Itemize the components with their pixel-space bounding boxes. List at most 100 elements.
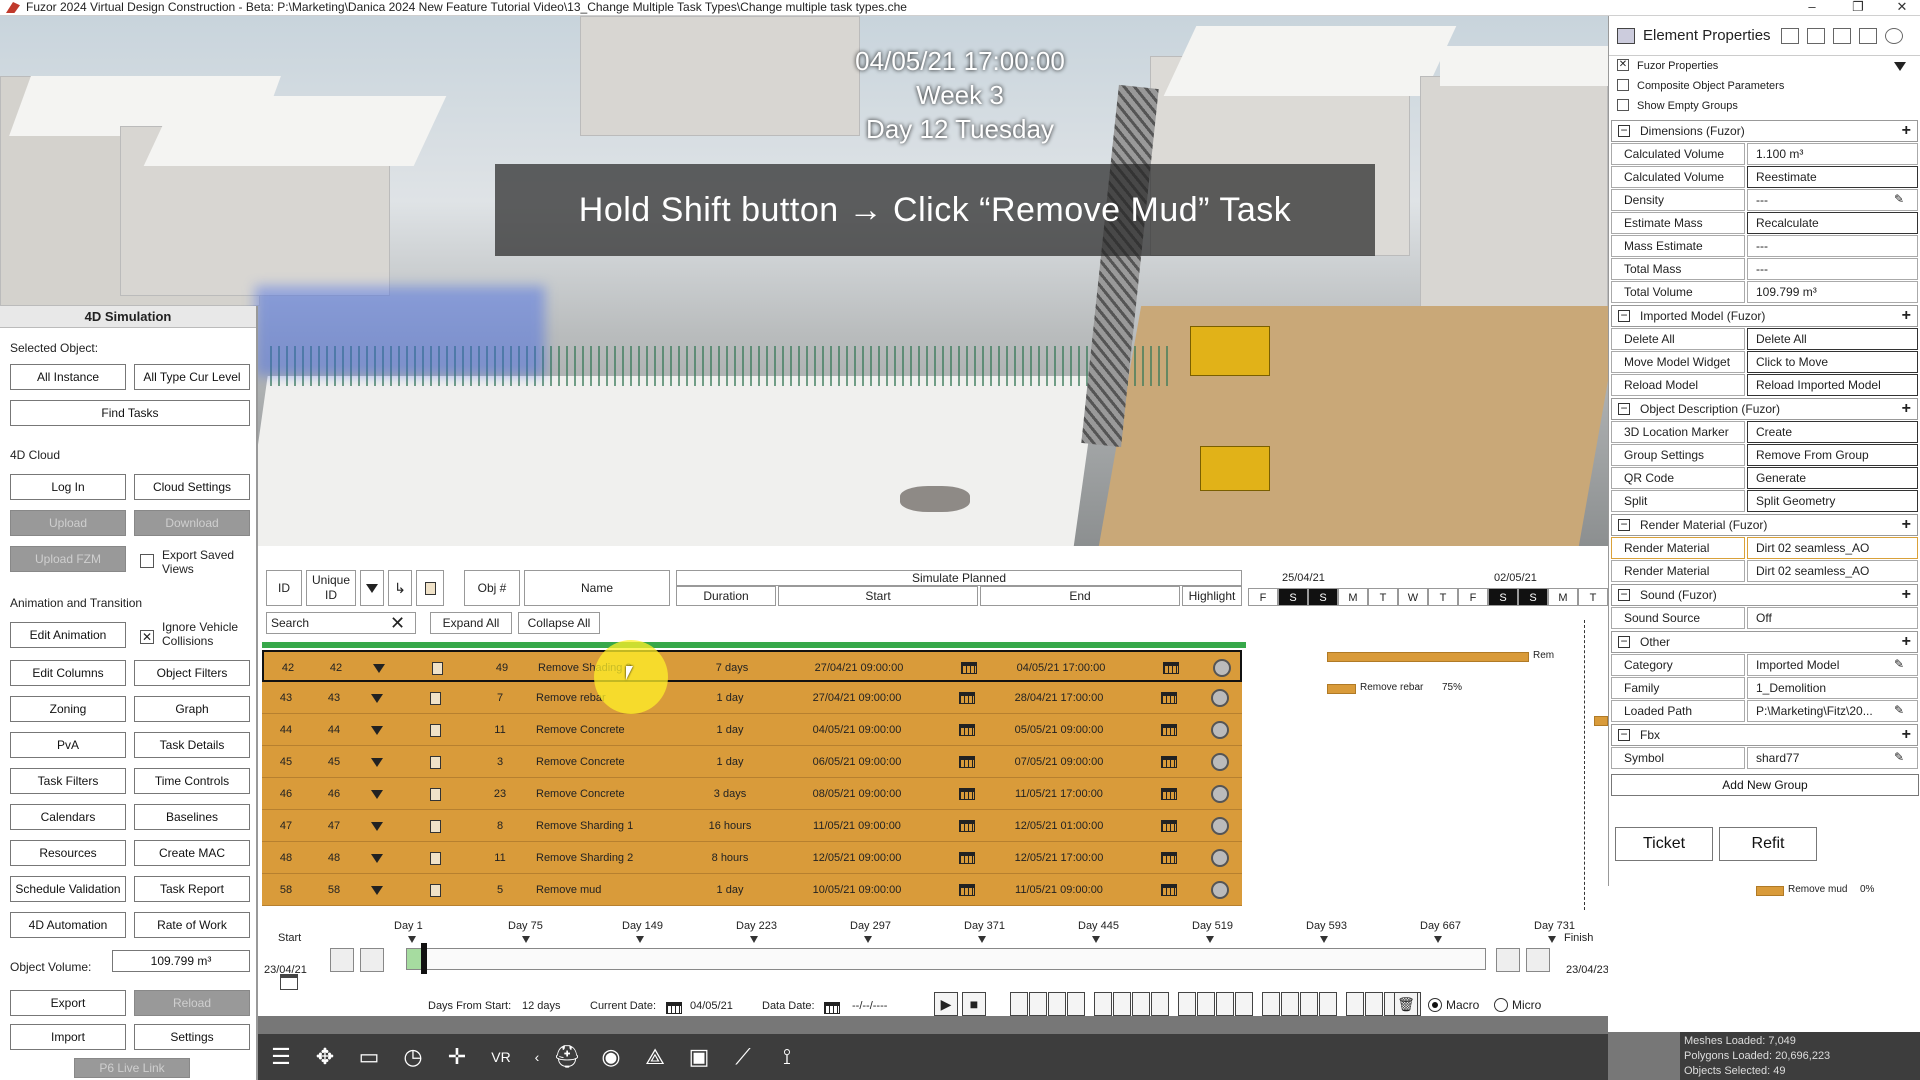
paste-icon[interactable]	[1807, 28, 1825, 44]
filter-icon[interactable]	[373, 663, 385, 673]
collapse-icon[interactable]: −	[1618, 588, 1630, 601]
zoning-button[interactable]: Zoning	[10, 696, 126, 722]
add-property-icon[interactable]: +	[1902, 585, 1911, 605]
grid-icon[interactable]	[1216, 992, 1234, 1016]
graph-icon[interactable]: ⟋	[728, 1042, 758, 1072]
link-icon[interactable]	[1262, 992, 1280, 1016]
skip-forward-icon[interactable]	[1496, 948, 1520, 972]
row-start-calendar-icon[interactable]	[952, 714, 982, 746]
row-highlight-icon[interactable]	[1202, 714, 1238, 746]
filter-icon[interactable]	[371, 789, 383, 799]
gantt-bar-remove-mud[interactable]	[1756, 886, 1784, 896]
simulate-planned-dropdown[interactable]: Simulate Planned	[676, 570, 1242, 586]
add-task-icon[interactable]	[1010, 992, 1028, 1016]
row-highlight-icon[interactable]	[1204, 652, 1240, 684]
row-end-calendar-icon[interactable]	[1154, 874, 1184, 906]
row-filter-icon[interactable]	[364, 652, 394, 684]
move-icon[interactable]: ✛	[442, 1042, 472, 1072]
row-end-calendar-icon[interactable]	[1154, 842, 1184, 874]
row-doc-icon[interactable]	[420, 874, 450, 906]
delete-task-icon[interactable]	[1048, 992, 1066, 1016]
gantt-bar[interactable]	[1594, 716, 1608, 726]
show-empty-option[interactable]: Show Empty Groups	[1609, 96, 1920, 116]
trash-icon[interactable]: 🗑	[1394, 992, 1418, 1016]
row-end-calendar-icon[interactable]	[1154, 810, 1184, 842]
clear-search-icon[interactable]: ✕	[390, 612, 405, 634]
row-filter-icon[interactable]	[362, 810, 392, 842]
log-in-button[interactable]: Log In	[10, 474, 126, 500]
task-list-icon[interactable]	[1067, 992, 1085, 1016]
edit-pencil-icon[interactable]: ✎	[1894, 700, 1904, 721]
rows-icon[interactable]	[1132, 992, 1150, 1016]
property-group-header[interactable]: − Imported Model (Fuzor) +	[1611, 305, 1918, 327]
object-filters-button[interactable]: Object Filters	[134, 660, 250, 686]
document-icon[interactable]	[429, 819, 441, 833]
col-end[interactable]: End	[980, 586, 1180, 606]
folder-icon[interactable]: ▭	[354, 1042, 384, 1072]
document-icon[interactable]	[429, 755, 441, 769]
row-start-calendar-icon[interactable]	[952, 682, 982, 714]
composite-option[interactable]: Composite Object Parameters	[1609, 76, 1920, 96]
document-icon[interactable]	[429, 787, 441, 801]
create-mac-button[interactable]: Create MAC	[134, 840, 250, 866]
p6-live-link-button[interactable]: P6 Live Link	[74, 1058, 190, 1078]
split-icon[interactable]	[1178, 992, 1196, 1016]
download-button[interactable]: Download	[134, 510, 250, 536]
cloud-settings-button[interactable]: Cloud Settings	[134, 474, 250, 500]
property-action-button[interactable]: Generate	[1747, 467, 1918, 489]
row-end-calendar-icon[interactable]	[1154, 682, 1184, 714]
edit-pencil-icon[interactable]: ✎	[1894, 654, 1904, 675]
zoom-out-icon[interactable]	[330, 948, 354, 972]
close-button[interactable]: ✕	[1884, 0, 1920, 15]
collapse-icon[interactable]: −	[1618, 124, 1630, 137]
row-highlight-icon[interactable]	[1202, 778, 1238, 810]
row-highlight-icon[interactable]	[1202, 874, 1238, 906]
indent-down-icon[interactable]	[1365, 992, 1383, 1016]
menu-icon[interactable]: ☰	[266, 1042, 296, 1072]
property-action-button[interactable]: Reload Imported Model	[1747, 374, 1918, 396]
copy-icon[interactable]	[1781, 28, 1799, 44]
fuzor-properties-checkbox[interactable]: ✕	[1617, 59, 1629, 71]
col-start[interactable]: Start	[778, 586, 978, 606]
upload-button[interactable]: Upload	[10, 510, 126, 536]
col-doc[interactable]	[416, 570, 444, 606]
color-picker-icon[interactable]	[1094, 992, 1112, 1016]
calendar-icon[interactable]	[1161, 852, 1177, 865]
time-controls-button[interactable]: Time Controls	[134, 768, 250, 794]
calendar-icon[interactable]	[280, 974, 298, 990]
table-row[interactable]: 44 44 11 Remove Concrete 1 day 04/05/21 09:00…	[262, 714, 1242, 746]
filter-icon[interactable]	[371, 693, 383, 703]
row-filter-icon[interactable]	[362, 714, 392, 746]
path-icon[interactable]: ⟟	[772, 1042, 802, 1072]
calendar-icon[interactable]	[1161, 788, 1177, 801]
refresh-icon[interactable]	[1113, 992, 1131, 1016]
row-filter-icon[interactable]	[362, 874, 392, 906]
row-highlight-icon[interactable]	[1202, 746, 1238, 778]
add-property-icon[interactable]: +	[1902, 725, 1911, 745]
zoom-in-icon[interactable]	[1526, 948, 1550, 972]
refit-button[interactable]: Refit	[1719, 827, 1817, 861]
add-property-icon[interactable]: +	[1902, 632, 1911, 652]
skip-back-icon[interactable]	[360, 948, 384, 972]
row-start-calendar-icon[interactable]	[952, 874, 982, 906]
calendar-icon[interactable]	[959, 884, 975, 897]
resize-task-icon[interactable]	[1029, 992, 1047, 1016]
filter-icon[interactable]	[371, 885, 383, 895]
calendar-icon[interactable]	[959, 756, 975, 769]
calendar-icon[interactable]	[959, 788, 975, 801]
calendar-icon[interactable]	[1163, 662, 1179, 675]
task-details-button[interactable]: Task Details	[134, 732, 250, 758]
timeline-track[interactable]	[406, 943, 1486, 975]
highlight-gear-icon[interactable]	[1211, 881, 1229, 900]
4d-automation-button[interactable]: 4D Automation	[10, 912, 126, 938]
property-group-header[interactable]: − Dimensions (Fuzor) +	[1611, 120, 1918, 142]
vr-icon[interactable]: VR	[486, 1042, 516, 1072]
row-start-calendar-icon[interactable]	[952, 810, 982, 842]
add-property-icon[interactable]: +	[1902, 515, 1911, 535]
sort-icon[interactable]	[1151, 992, 1169, 1016]
row-start-calendar-icon[interactable]	[952, 746, 982, 778]
property-group-header[interactable]: − Fbx +	[1611, 724, 1918, 746]
calendar-icon[interactable]	[1161, 692, 1177, 705]
rate-of-work-button[interactable]: Rate of Work	[134, 912, 250, 938]
micro-radio[interactable]	[1494, 998, 1508, 1012]
